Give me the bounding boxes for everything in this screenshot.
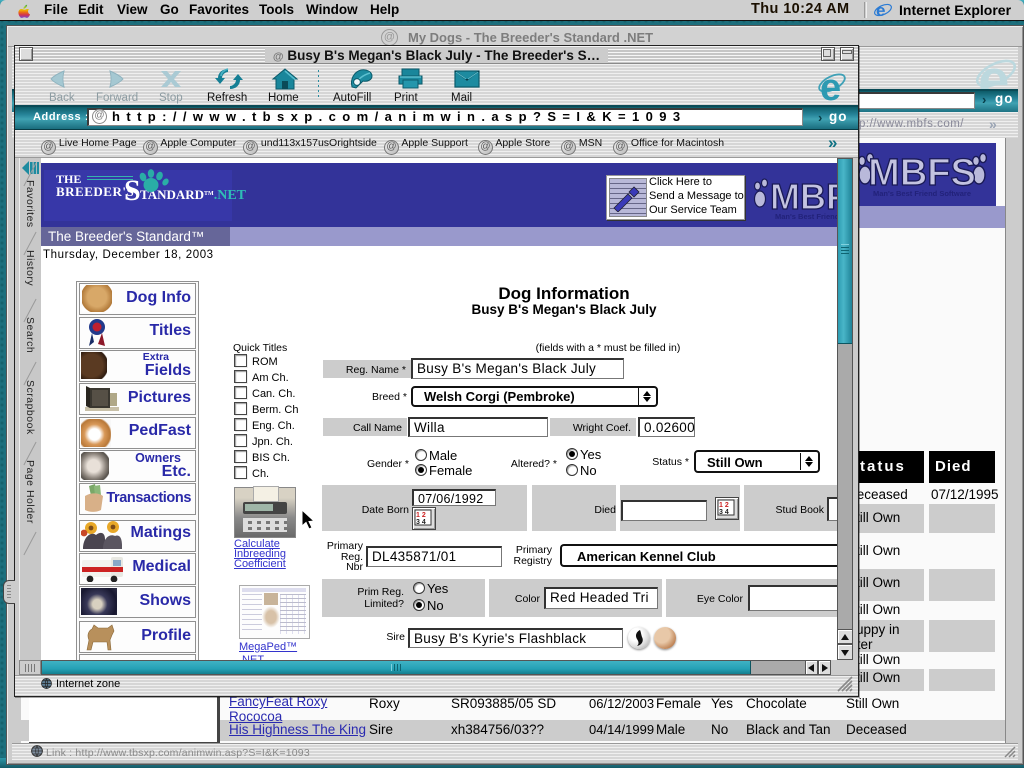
svg-text:3 4: 3 4 [719, 509, 729, 516]
svg-text:3 4: 3 4 [416, 519, 426, 526]
svg-text:MBFS: MBFS [770, 176, 837, 217]
svg-text:1 2: 1 2 [719, 502, 729, 509]
svg-text:e: e [820, 67, 841, 104]
svg-text:MBFS: MBFS [868, 152, 976, 194]
svg-text:1 2: 1 2 [416, 512, 426, 519]
svg-text:Man's Best Friend Software: Man's Best Friend Software [873, 189, 971, 198]
svg-text:Man's Best Friend S: Man's Best Friend S [775, 212, 837, 221]
svg-text:e: e [876, 1, 885, 19]
